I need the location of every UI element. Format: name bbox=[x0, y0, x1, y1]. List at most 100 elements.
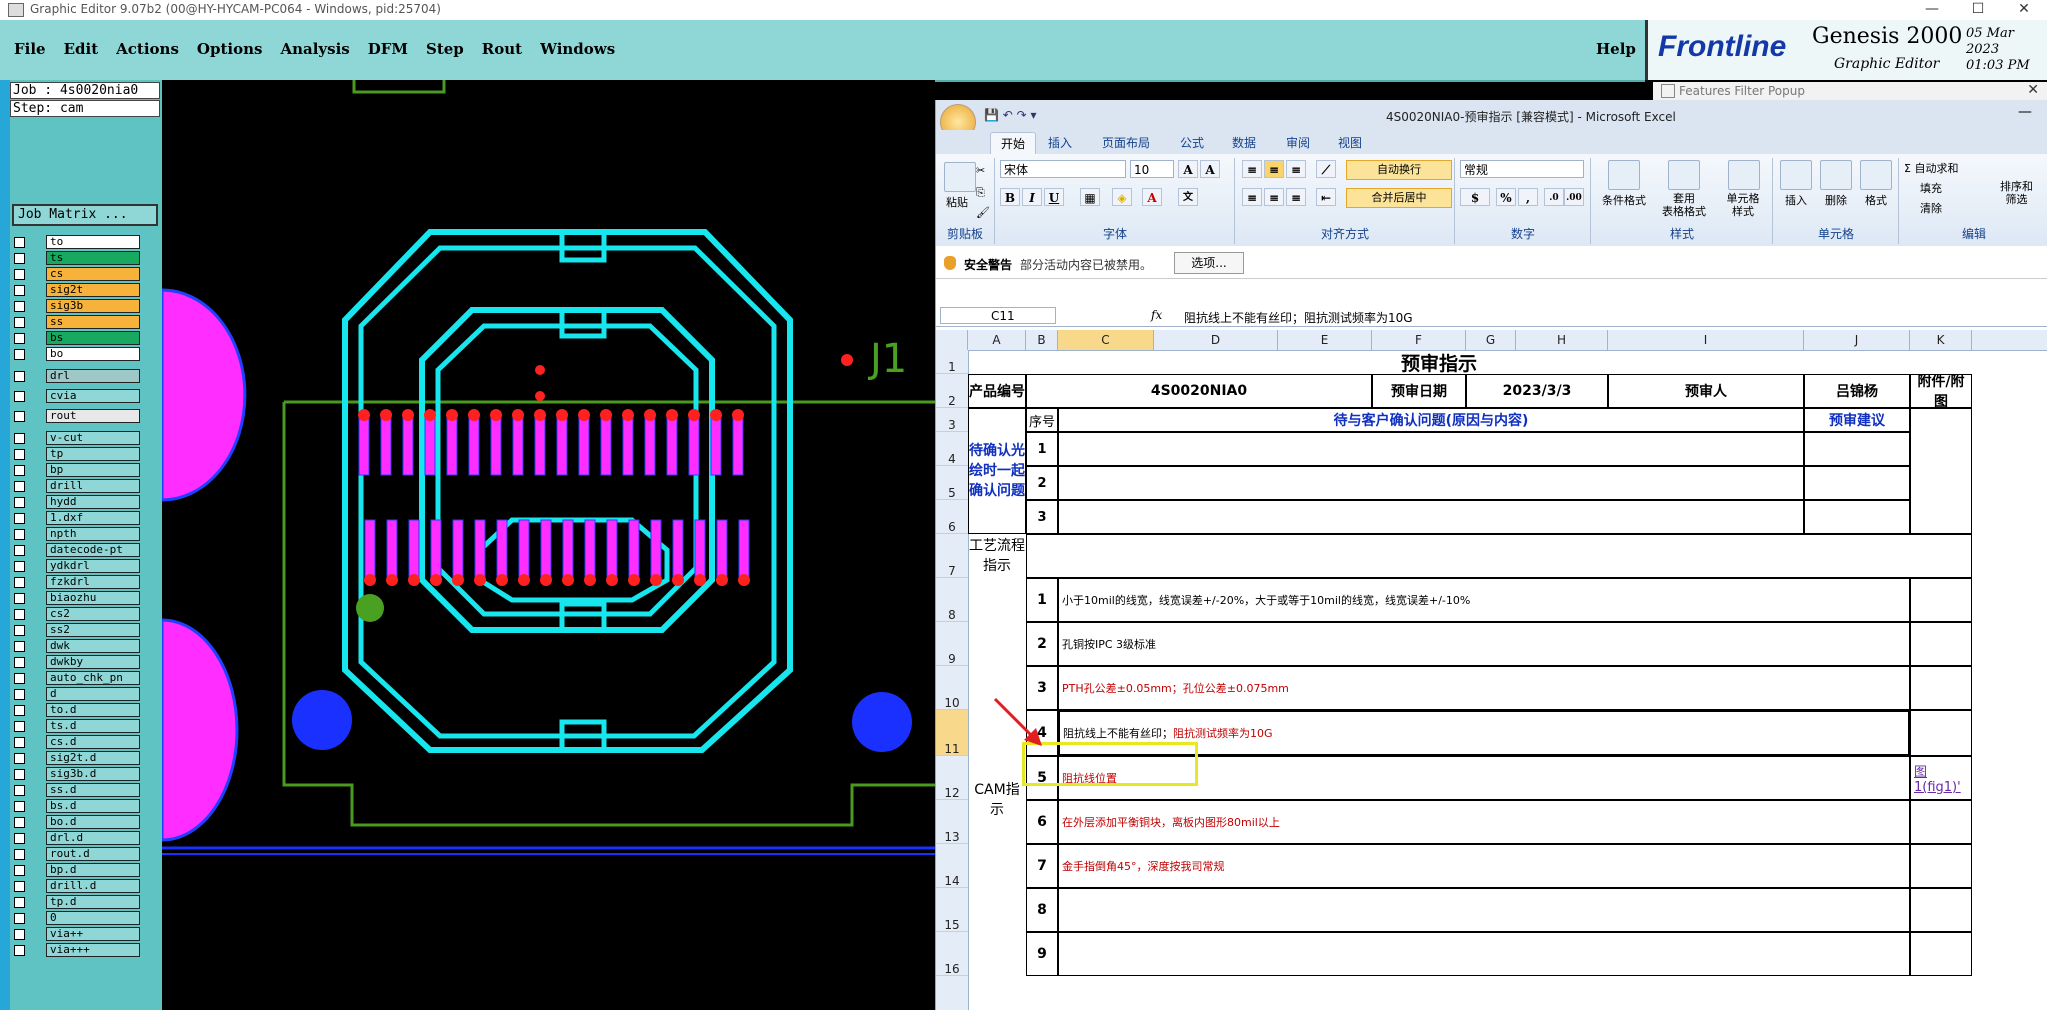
question-cell[interactable] bbox=[1058, 432, 1804, 466]
layer-name[interactable]: biaozhu bbox=[46, 591, 140, 605]
layer-name[interactable]: rout bbox=[46, 409, 140, 423]
layer-checkbox[interactable] bbox=[14, 689, 25, 700]
layer-checkbox[interactable] bbox=[14, 269, 25, 280]
cell-style-icon[interactable] bbox=[1728, 160, 1760, 190]
column-header[interactable]: J bbox=[1804, 330, 1910, 350]
row-header[interactable]: 3 bbox=[936, 408, 968, 432]
layer-checkbox[interactable] bbox=[14, 737, 25, 748]
tab-review[interactable]: 审阅 bbox=[1286, 134, 1310, 151]
seq-number[interactable]: 6 bbox=[1026, 800, 1058, 844]
attach-cell[interactable] bbox=[1910, 800, 1972, 844]
cam-instruction[interactable] bbox=[1058, 888, 1910, 932]
paste-button[interactable]: 粘贴 bbox=[946, 194, 968, 210]
layer-name[interactable]: sig3b.d bbox=[46, 767, 140, 781]
quick-access-toolbar[interactable]: 💾 ↶ ↷ ▾ bbox=[984, 108, 1037, 122]
review-date[interactable]: 2023/3/3 bbox=[1466, 374, 1608, 408]
cut-icon[interactable]: ✂ bbox=[976, 164, 985, 177]
row-header[interactable]: 16 bbox=[936, 932, 968, 976]
row-header[interactable]: 1 bbox=[936, 350, 968, 374]
layer-checkbox[interactable] bbox=[14, 641, 25, 652]
percent-icon[interactable]: % bbox=[1496, 188, 1516, 206]
attach-cell[interactable] bbox=[1910, 844, 1972, 888]
close-icon[interactable]: ✕ bbox=[2001, 0, 2047, 20]
sort-filter-button[interactable]: 排序和 筛选 bbox=[2000, 180, 2033, 206]
attach-cell[interactable]: 图1(fig1)' bbox=[1910, 756, 1972, 800]
format-cells-icon[interactable] bbox=[1860, 160, 1892, 190]
suggest-header[interactable]: 预审建议 bbox=[1804, 408, 1910, 432]
layer-name[interactable]: to bbox=[46, 235, 140, 249]
layer-checkbox[interactable] bbox=[14, 673, 25, 684]
suggest-cell[interactable] bbox=[1804, 500, 1910, 534]
close-icon[interactable]: ✕ bbox=[2027, 82, 2039, 98]
date-label[interactable]: 预审日期 bbox=[1372, 374, 1466, 408]
layer-name[interactable]: bs bbox=[46, 331, 140, 345]
layer-checkbox[interactable] bbox=[14, 929, 25, 940]
seq-number[interactable]: 2 bbox=[1026, 466, 1058, 500]
minimize-icon[interactable]: — bbox=[2018, 104, 2032, 120]
table-format-icon[interactable] bbox=[1668, 160, 1700, 190]
reviewer-label[interactable]: 预审人 bbox=[1608, 374, 1804, 408]
attach-cell[interactable] bbox=[1910, 932, 1972, 976]
suggest-cell[interactable] bbox=[1804, 432, 1910, 466]
product-label[interactable]: 产品编号 bbox=[968, 374, 1026, 408]
row-header[interactable]: 10 bbox=[936, 666, 968, 710]
layer-checkbox[interactable] bbox=[14, 881, 25, 892]
layer-checkbox[interactable] bbox=[14, 577, 25, 588]
align-middle-icon[interactable]: ≡ bbox=[1264, 160, 1284, 178]
cam-instruction[interactable]: 孔铜按IPC 3级标准 bbox=[1058, 622, 1910, 666]
cell-style-button[interactable]: 单元格 样式 bbox=[1716, 192, 1770, 218]
decrease-decimal-icon[interactable]: .00 bbox=[1564, 188, 1584, 206]
bold-icon[interactable]: B bbox=[1000, 188, 1020, 206]
row-header[interactable]: 12 bbox=[936, 756, 968, 800]
merge-center-button[interactable]: 合并后居中 bbox=[1346, 188, 1452, 208]
font-name-box[interactable]: 宋体 bbox=[1000, 160, 1126, 178]
tab-formulas[interactable]: 公式 bbox=[1180, 134, 1204, 151]
confirm-label[interactable]: 待确认光绘时一起确认问题 bbox=[968, 408, 1026, 534]
layer-checkbox[interactable] bbox=[14, 465, 25, 476]
layer-checkbox[interactable] bbox=[14, 301, 25, 312]
seq-header[interactable]: 序号 bbox=[1026, 408, 1058, 432]
layer-checkbox[interactable] bbox=[14, 657, 25, 668]
layer-name[interactable]: 0 bbox=[46, 911, 140, 925]
wrap-text-button[interactable]: 自动换行 bbox=[1346, 160, 1452, 180]
row-header[interactable]: 6 bbox=[936, 500, 968, 534]
layer-name[interactable]: tp bbox=[46, 447, 140, 461]
product-number[interactable]: 4S0020NIA0 bbox=[1026, 374, 1372, 408]
layer-checkbox[interactable] bbox=[14, 593, 25, 604]
tab-insert[interactable]: 插入 bbox=[1048, 134, 1072, 151]
row-header[interactable]: 8 bbox=[936, 578, 968, 622]
maximize-icon[interactable]: ☐ bbox=[1955, 0, 2001, 20]
layer-name[interactable]: fzkdrl bbox=[46, 575, 140, 589]
insert-cells-button[interactable]: 插入 bbox=[1780, 192, 1812, 208]
select-all-corner[interactable] bbox=[936, 330, 968, 350]
layer-name[interactable]: ss2 bbox=[46, 623, 140, 637]
fx-icon[interactable]: fx bbox=[1151, 308, 1162, 322]
layer-checkbox[interactable] bbox=[14, 833, 25, 844]
layer-checkbox[interactable] bbox=[14, 317, 25, 328]
layer-checkbox[interactable] bbox=[14, 897, 25, 908]
layer-name[interactable]: d bbox=[46, 687, 140, 701]
cam-instruction[interactable]: 在外层添加平衡铜块，离板内图形80mil以上 bbox=[1058, 800, 1910, 844]
paste-icon[interactable] bbox=[944, 162, 976, 192]
column-header[interactable]: A bbox=[968, 330, 1026, 350]
layer-name[interactable]: hydd bbox=[46, 495, 140, 509]
layer-name[interactable]: via++ bbox=[46, 927, 140, 941]
layer-checkbox[interactable] bbox=[14, 433, 25, 444]
tab-page-layout[interactable]: 页面布局 bbox=[1102, 134, 1150, 151]
tab-view[interactable]: 视图 bbox=[1338, 134, 1362, 151]
layer-checkbox[interactable] bbox=[14, 349, 25, 360]
italic-icon[interactable]: I bbox=[1022, 188, 1042, 206]
layer-name[interactable]: bp bbox=[46, 463, 140, 477]
seq-number[interactable]: 1 bbox=[1026, 432, 1058, 466]
layer-name[interactable]: bo bbox=[46, 347, 140, 361]
seq-number[interactable]: 8 bbox=[1026, 888, 1058, 932]
menu-edit[interactable]: Edit bbox=[64, 40, 99, 58]
menu-windows[interactable]: Windows bbox=[540, 40, 615, 58]
worksheet[interactable]: 预审指示 产品编号 4S0020NIA0 预审日期 2023/3/3 预审人 吕锦杨 附件/附… bbox=[968, 350, 2047, 1010]
name-box[interactable]: C11 bbox=[940, 307, 1056, 324]
layer-name[interactable]: ts bbox=[46, 251, 140, 265]
layer-name[interactable]: cs bbox=[46, 267, 140, 281]
column-header[interactable]: K bbox=[1910, 330, 1972, 350]
conditional-format-button[interactable]: 条件格式 bbox=[1596, 192, 1652, 208]
align-top-icon[interactable]: ≡ bbox=[1242, 160, 1262, 178]
